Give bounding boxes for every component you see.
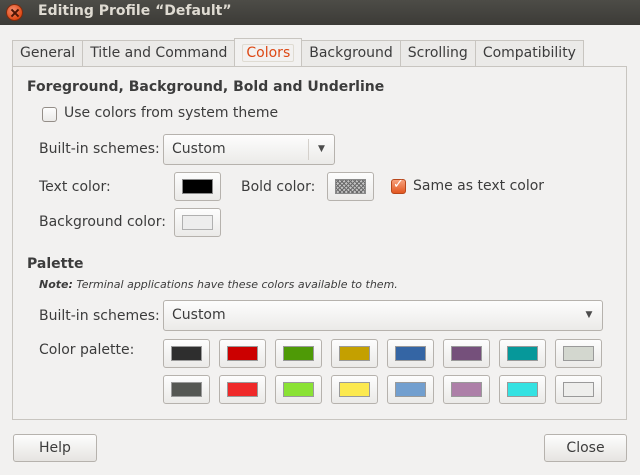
close-button[interactable]: Close: [544, 434, 627, 462]
palette-color-swatch: [227, 382, 258, 397]
palette-color-swatch: [563, 346, 594, 361]
fg-schemes-label: Built-in schemes:: [39, 141, 160, 157]
palette-color-button-13[interactable]: [387, 375, 434, 404]
chevron-down-icon: ▼: [585, 310, 593, 320]
palette-color-swatch: [283, 346, 314, 361]
palette-color-button-4[interactable]: [331, 339, 378, 368]
palette-color-button-7[interactable]: [499, 339, 546, 368]
palette-color-swatch: [451, 382, 482, 397]
palette-color-button-10[interactable]: [219, 375, 266, 404]
palette-color-button-11[interactable]: [275, 375, 322, 404]
use-system-colors-checkbox[interactable]: [42, 107, 57, 122]
palette-note-text: Terminal applications have these colors …: [72, 278, 398, 291]
tab-colors-label: Colors: [242, 44, 295, 62]
tab-general[interactable]: General: [12, 40, 84, 66]
palette-color-swatch: [283, 382, 314, 397]
palette-color-swatch: [451, 346, 482, 361]
background-color-label: Background color:: [39, 214, 166, 230]
palette-color-swatch: [227, 346, 258, 361]
color-palette-label: Color palette:: [39, 342, 135, 358]
help-button[interactable]: Help: [13, 434, 97, 462]
palette-color-button-3[interactable]: [275, 339, 322, 368]
palette-color-swatch: [171, 382, 202, 397]
palette-schemes-value: Custom: [172, 307, 226, 323]
palette-color-swatch: [171, 346, 202, 361]
palette-color-swatch: [339, 382, 370, 397]
palette-color-button-16[interactable]: [555, 375, 602, 404]
palette-color-button-9[interactable]: [163, 375, 210, 404]
fg-section-heading: Foreground, Background, Bold and Underli…: [27, 79, 385, 95]
fg-schemes-combo[interactable]: Custom ▼: [163, 134, 335, 165]
bold-color-button[interactable]: [327, 172, 374, 201]
palette-color-swatch: [507, 346, 538, 361]
palette-color-button-12[interactable]: [331, 375, 378, 404]
palette-color-button-8[interactable]: [555, 339, 602, 368]
palette-note-bold: Note:: [39, 278, 73, 291]
text-color-swatch: [182, 179, 213, 194]
close-window-icon[interactable]: [6, 4, 23, 21]
palette-schemes-combo[interactable]: Custom ▼: [163, 300, 603, 331]
palette-color-swatch: [507, 382, 538, 397]
background-color-swatch: [182, 215, 213, 230]
bold-color-swatch: [335, 179, 366, 194]
palette-color-button-6[interactable]: [443, 339, 490, 368]
palette-schemes-label: Built-in schemes:: [39, 308, 160, 324]
tab-colors[interactable]: Colors: [234, 38, 303, 66]
chevron-down-icon: ▼: [308, 139, 334, 160]
text-color-button[interactable]: [174, 172, 221, 201]
palette-color-button-15[interactable]: [499, 375, 546, 404]
palette-section-heading: Palette: [27, 256, 84, 272]
palette-color-button-2[interactable]: [219, 339, 266, 368]
tab-compatibility[interactable]: Compatibility: [474, 40, 584, 66]
palette-color-swatch: [339, 346, 370, 361]
tab-title-and-command[interactable]: Title and Command: [82, 40, 236, 66]
tab-scrolling[interactable]: Scrolling: [399, 40, 476, 66]
palette-color-swatch: [563, 382, 594, 397]
window-title: Editing Profile “Default”: [38, 3, 232, 19]
background-color-button[interactable]: [174, 208, 221, 237]
palette-color-button-5[interactable]: [387, 339, 434, 368]
palette-color-button-1[interactable]: [163, 339, 210, 368]
same-as-text-label: Same as text color: [413, 178, 545, 194]
palette-color-button-14[interactable]: [443, 375, 490, 404]
palette-color-swatch: [395, 346, 426, 361]
title-bar: Editing Profile “Default”: [0, 0, 640, 25]
fg-schemes-value: Custom: [172, 141, 226, 157]
same-as-text-checkbox[interactable]: [391, 177, 406, 194]
tab-background[interactable]: Background: [301, 40, 401, 66]
bold-color-label: Bold color:: [241, 179, 316, 195]
palette-color-swatch: [395, 382, 426, 397]
text-color-label: Text color:: [39, 179, 111, 195]
use-system-colors-label: Use colors from system theme: [64, 105, 279, 121]
tab-bar: General Title and Command Colors Backgro…: [12, 38, 584, 67]
palette-note: Note: Terminal applications have these c…: [39, 278, 398, 291]
